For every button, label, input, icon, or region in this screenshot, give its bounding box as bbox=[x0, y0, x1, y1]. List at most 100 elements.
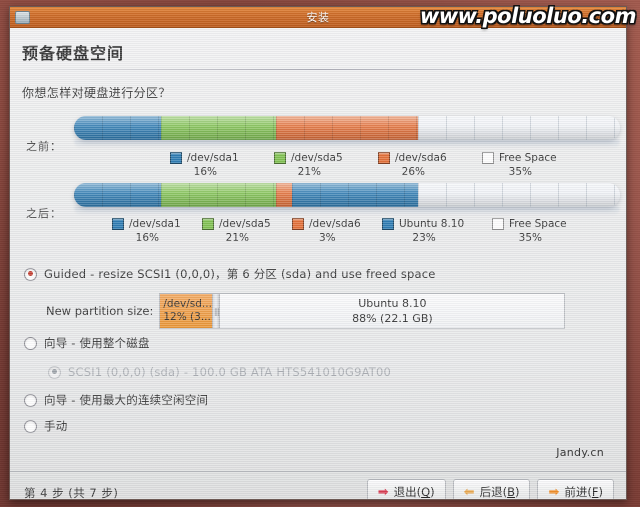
before-segment-free[interactable] bbox=[417, 116, 620, 140]
slider-left-partition[interactable]: /dev/sd... 12% (3... bbox=[160, 294, 213, 328]
legend-swatch-sda1 bbox=[170, 152, 182, 164]
quit-icon: ➡ bbox=[377, 484, 389, 500]
after-segment-ubuntu[interactable] bbox=[292, 183, 418, 207]
quit-button-label: 退出( bbox=[393, 485, 422, 499]
partition-question: 你想怎样对硬盘进行分区？ bbox=[22, 86, 171, 100]
after-bar-label: 之后： bbox=[26, 207, 62, 220]
legend-swatch-free bbox=[482, 152, 494, 164]
legend-label-sda6: /dev/sda6 bbox=[395, 152, 447, 164]
option-manual-label: 手动 bbox=[44, 419, 68, 433]
legend-item-sda5: /dev/sda5 21% bbox=[274, 152, 343, 178]
legend2-label-free: Free Space bbox=[509, 218, 567, 230]
back-arrow-icon: ⬅ bbox=[463, 484, 475, 500]
forward-button-mnemonic: F bbox=[591, 485, 599, 499]
radio-disk-entry[interactable] bbox=[48, 365, 61, 379]
legend-item-sda6: /dev/sda6 26% bbox=[378, 152, 447, 178]
back-button-label: 后退( bbox=[479, 485, 508, 499]
forward-button-label: 前进( bbox=[564, 485, 592, 499]
legend2-percent-ubuntu: 23% bbox=[412, 232, 436, 244]
after-bar-reflection bbox=[74, 207, 620, 216]
before-bar-label: 之前： bbox=[26, 140, 62, 153]
partition-size-slider[interactable]: /dev/sd... 12% (3... ||| Ubuntu 8.10 88%… bbox=[159, 293, 566, 329]
legend-percent-sda1: 16% bbox=[193, 166, 217, 178]
legend-label-sda5: /dev/sda5 bbox=[291, 152, 343, 164]
back-button-mnemonic: B bbox=[507, 485, 515, 499]
slider-right-name: Ubuntu 8.10 bbox=[358, 297, 427, 310]
forward-button-tail: ) bbox=[598, 485, 604, 499]
legend2-swatch-ubuntu bbox=[382, 218, 394, 230]
header-divider bbox=[10, 69, 626, 70]
legend-label-free: Free Space bbox=[499, 152, 557, 164]
legend-percent-free: 35% bbox=[508, 166, 532, 178]
after-partition-bar[interactable] bbox=[74, 183, 620, 207]
step-indicator: 第 4 步 (共 7 步) bbox=[24, 486, 119, 500]
forward-arrow-icon: ➡ bbox=[548, 484, 560, 500]
legend2-item-sda5: /dev/sda5 21% bbox=[202, 218, 271, 244]
quit-button[interactable]: ➡ 退出(Q) bbox=[366, 479, 446, 500]
before-segment-sda5[interactable] bbox=[161, 116, 277, 140]
legend2-item-ubuntu: Ubuntu 8.10 23% bbox=[382, 218, 464, 244]
legend2-label-sda5: /dev/sda5 bbox=[219, 218, 271, 230]
radio-manual[interactable] bbox=[24, 419, 37, 433]
before-bar-legend: /dev/sda1 16% /dev/sda5 21% /dev/sda6 26… bbox=[74, 152, 620, 182]
after-segment-sda1[interactable] bbox=[74, 183, 162, 207]
watermark-bottom: Jandy.cn bbox=[556, 446, 604, 459]
legend2-label-sda1: /dev/sda1 bbox=[129, 218, 181, 230]
slider-right-size: 88% (22.1 GB) bbox=[352, 312, 433, 325]
after-segment-sda6[interactable] bbox=[276, 183, 293, 207]
quit-button-tail: ) bbox=[430, 485, 435, 499]
legend-percent-sda6: 26% bbox=[401, 166, 425, 178]
slider-right-partition[interactable]: Ubuntu 8.10 88% (22.1 GB) bbox=[220, 294, 565, 328]
legend2-swatch-free bbox=[492, 218, 504, 230]
option-whole-disk-label: 向导 - 使用整个磁盘 bbox=[44, 336, 150, 350]
legend2-percent-sda6: 3% bbox=[319, 232, 336, 244]
quit-button-mnemonic: Q bbox=[421, 485, 431, 499]
legend2-label-ubuntu: Ubuntu 8.10 bbox=[399, 218, 465, 230]
option-guided-resize[interactable]: Guided - resize SCSI1 (0,0,0)，第 6 分区 (sd… bbox=[24, 266, 436, 282]
legend2-label-sda6: /dev/sda6 bbox=[309, 218, 361, 230]
legend2-item-free: Free Space 35% bbox=[492, 218, 567, 244]
option-disk-entry[interactable]: SCSI1 (0,0,0) (sda) - 100.0 GB ATA HTS54… bbox=[48, 365, 391, 379]
option-guided-resize-label: Guided - resize SCSI1 (0,0,0)，第 6 分区 (sd… bbox=[44, 267, 436, 281]
legend2-percent-sda5: 21% bbox=[225, 232, 249, 244]
slider-drag-handle[interactable]: ||| bbox=[212, 294, 221, 328]
footer-buttons: ➡ 退出(Q) ⬅ 后退(B) ➡ 前进(F) bbox=[366, 479, 614, 500]
legend-percent-sda5: 21% bbox=[297, 166, 321, 178]
option-whole-disk[interactable]: 向导 - 使用整个磁盘 bbox=[24, 335, 150, 351]
legend-item-free: Free Space 35% bbox=[482, 152, 557, 178]
new-partition-size-label: New partition size: bbox=[46, 304, 154, 318]
after-segment-free[interactable] bbox=[417, 183, 620, 207]
after-segment-sda5[interactable] bbox=[161, 183, 277, 207]
before-segment-sda6[interactable] bbox=[276, 116, 418, 140]
radio-largest-free-space[interactable] bbox=[24, 393, 37, 407]
option-largest-free-space[interactable]: 向导 - 使用最大的连续空闲空间 bbox=[24, 392, 208, 408]
legend-label-sda1: /dev/sda1 bbox=[187, 152, 239, 164]
radio-guided-resize[interactable] bbox=[24, 267, 37, 281]
legend-item-sda1: /dev/sda1 16% bbox=[170, 152, 239, 178]
legend2-swatch-sda5 bbox=[202, 218, 214, 230]
page-title: 预备硬盘空间 bbox=[22, 44, 125, 63]
legend2-swatch-sda1 bbox=[112, 218, 124, 230]
forward-button[interactable]: ➡ 前进(F) bbox=[537, 479, 614, 500]
legend2-item-sda6: /dev/sda6 3% bbox=[292, 218, 361, 244]
after-bar-legend: /dev/sda1 16% /dev/sda5 21% /dev/sda6 3%… bbox=[74, 218, 620, 248]
legend2-item-sda1: /dev/sda1 16% bbox=[112, 218, 181, 244]
window-content: 预备硬盘空间 你想怎样对硬盘进行分区？ 之前： /dev/sda1 16% /d… bbox=[10, 28, 626, 499]
before-partition-bar[interactable] bbox=[74, 116, 620, 140]
new-partition-size-row: New partition size: /dev/sd... 12% (3...… bbox=[46, 293, 566, 329]
back-button[interactable]: ⬅ 后退(B) bbox=[452, 479, 531, 500]
footer-divider bbox=[10, 471, 626, 472]
installer-window: 安装 预备硬盘空间 你想怎样对硬盘进行分区？ 之前： /dev/sda1 16%… bbox=[9, 6, 627, 500]
legend2-swatch-sda6 bbox=[292, 218, 304, 230]
before-segment-sda1[interactable] bbox=[74, 116, 162, 140]
radio-whole-disk[interactable] bbox=[24, 336, 37, 350]
slider-left-size: 12% (3... bbox=[163, 311, 211, 323]
legend-swatch-sda5 bbox=[274, 152, 286, 164]
option-largest-free-space-label: 向导 - 使用最大的连续空闲空间 bbox=[44, 393, 209, 407]
back-button-tail: ) bbox=[514, 485, 520, 499]
option-disk-entry-label: SCSI1 (0,0,0) (sda) - 100.0 GB ATA HTS54… bbox=[68, 365, 392, 379]
before-bar-reflection bbox=[74, 140, 620, 149]
watermark-top: www.poluoluo.com bbox=[419, 4, 637, 28]
option-manual[interactable]: 手动 bbox=[24, 418, 67, 434]
legend-swatch-sda6 bbox=[378, 152, 390, 164]
